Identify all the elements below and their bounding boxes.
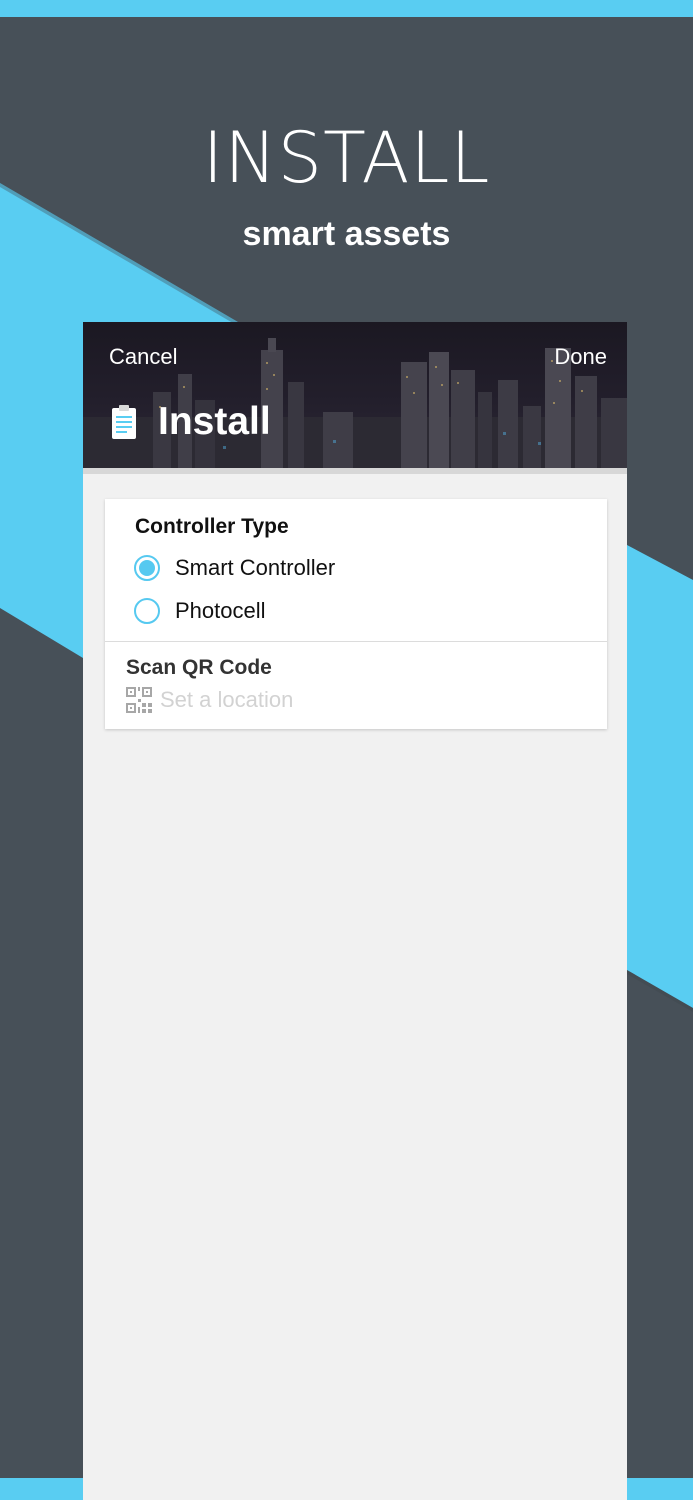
radio-dot [139,560,155,576]
scan-location-placeholder: Set a location [160,687,294,712]
clipboard-icon [112,405,136,439]
radio-smart-controller[interactable]: Smart Controller [134,553,574,587]
qr-code-icon [126,687,152,713]
done-button[interactable]: Done [554,342,607,372]
cancel-button[interactable]: Cancel [109,342,177,372]
radio-photocell[interactable]: Photocell [134,596,574,630]
scan-qr-code-field[interactable]: Scan QR Code Set a location [105,642,607,729]
phone-screen: Cancel Done Install Controller Type Smar… [83,322,627,1500]
controller-type-label: Controller Type [135,515,289,538]
radio-label: Photocell [175,598,266,623]
header-separator [83,468,627,474]
screen-title: Install [158,400,271,443]
radio-selected-icon [134,555,160,581]
screen-header: Cancel Done Install [83,322,627,468]
radio-unselected-icon [134,598,160,624]
hero-subtitle: smart assets [242,215,451,253]
install-form-card: Controller Type Smart Controller Photoce… [105,499,607,729]
radio-label: Smart Controller [175,555,336,580]
hero-title: INSTALL [202,117,491,199]
scan-qr-code-label: Scan QR Code [126,656,272,679]
